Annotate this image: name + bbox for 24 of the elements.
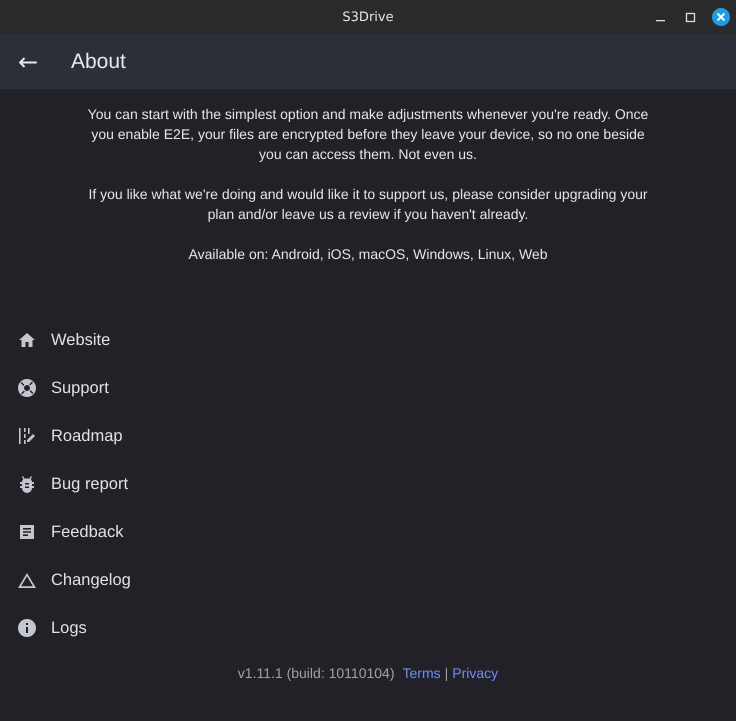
menu-item[interactable]: Feedback <box>0 508 124 556</box>
menu-item[interactable]: Logs <box>0 604 87 652</box>
page-title: About <box>71 50 126 74</box>
window-title: S3Drive <box>342 10 394 24</box>
document-icon <box>17 522 37 542</box>
menu-item[interactable]: Website <box>0 316 110 364</box>
lifebuoy-icon <box>17 378 37 398</box>
menu-item[interactable]: Changelog <box>0 556 131 604</box>
roadmap-icon <box>17 426 37 446</box>
close-icon[interactable] <box>712 8 730 26</box>
version-text: v1.11.1 (build: 10110104) <box>238 665 395 681</box>
separator: | <box>444 665 448 681</box>
menu-item[interactable]: Roadmap <box>0 412 123 460</box>
paragraph: Available on: Android, iOS, macOS, Windows, Linux, Web <box>188 245 548 264</box>
bug-icon <box>17 474 37 494</box>
menu-item[interactable]: Bug report <box>0 460 128 508</box>
footer-link[interactable]: Terms <box>402 665 441 681</box>
paragraph: You can start with the simplest option and make adjustments whenever you're ready. Once you enable E2E, your files are encrypted before they leave your device, so no one beside you can access them. Not even us. <box>87 105 649 164</box>
footer-link[interactable]: Privacy <box>452 665 498 681</box>
paragraph: If you like what we're doing and would like it to support us, please consider upgrading your plan and/or leave us a review if you haven't already. <box>87 185 649 224</box>
back-button[interactable]: ← <box>15 50 41 74</box>
menu-item[interactable]: Support <box>0 364 109 412</box>
info-icon <box>17 618 37 638</box>
home-icon <box>17 330 37 350</box>
